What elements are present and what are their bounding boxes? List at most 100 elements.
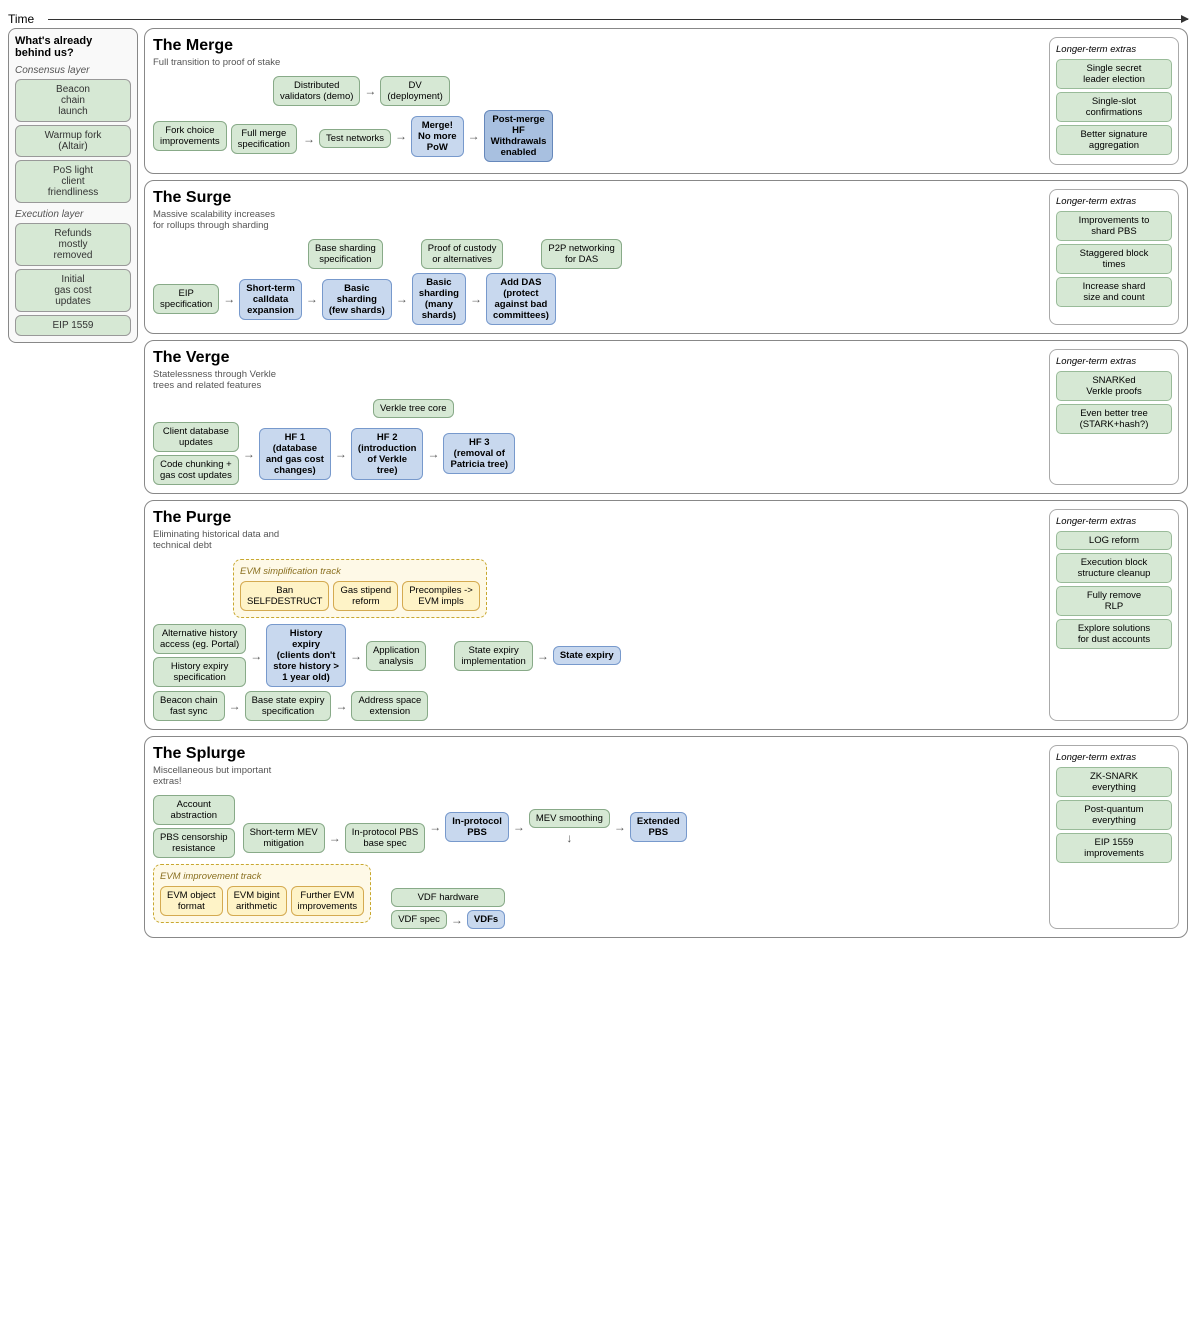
in-protocol-pbs-node: In-protocolPBS bbox=[445, 812, 509, 842]
arrow3: → bbox=[395, 129, 407, 143]
vdf-hardware-node: VDF hardware bbox=[391, 888, 505, 907]
eip1559-improvements-box: EIP 1559improvements bbox=[1056, 833, 1172, 863]
p2p-networking-node: P2P networkingfor DAS bbox=[541, 239, 621, 269]
execution-layer-label: Execution layer bbox=[15, 209, 131, 220]
single-slot-box: Single-slotconfirmations bbox=[1056, 92, 1172, 122]
already-title: What's already behind us? bbox=[15, 35, 131, 59]
basic-sharding-few-node: Basicsharding(few shards) bbox=[322, 279, 392, 320]
short-term-calldata-node: Short-termcalldataexpansion bbox=[239, 279, 302, 320]
verge-extras: Longer-term extras SNARKedVerkle proofs … bbox=[1049, 349, 1179, 485]
splurge-arrow1: → bbox=[329, 831, 341, 845]
code-chunking-node: Code chunking +gas cost updates bbox=[153, 455, 239, 485]
evm-improvement-track: EVM improvement track EVM objectformat E… bbox=[153, 864, 371, 923]
account-abstraction-node: Accountabstraction bbox=[153, 795, 235, 825]
hf3-node: HF 3(removal ofPatricia tree) bbox=[443, 433, 515, 474]
even-better-tree-box: Even better tree(STARK+hash?) bbox=[1056, 404, 1172, 434]
verge-arrow1: → bbox=[243, 447, 255, 461]
better-sig-box: Better signatureaggregation bbox=[1056, 125, 1172, 155]
splurge-arrow2: → bbox=[429, 820, 441, 834]
snarked-verkle-box: SNARKedVerkle proofs bbox=[1056, 371, 1172, 401]
basic-sharding-many-node: Basicsharding(manyshards) bbox=[412, 273, 466, 325]
splurge-subtitle: Miscellaneous but important extras! bbox=[153, 765, 283, 787]
splurge-title: The Splurge bbox=[153, 745, 1041, 763]
purge-extras-title: Longer-term extras bbox=[1056, 516, 1172, 527]
exec-block-box: Execution blockstructure cleanup bbox=[1056, 553, 1172, 583]
purge-arrow3: → bbox=[537, 649, 549, 663]
surge-arrow1: → bbox=[223, 292, 235, 306]
add-das-node: Add DAS(protectagainst badcommittees) bbox=[486, 273, 556, 325]
time-label: Time bbox=[8, 12, 34, 26]
pbs-censorship-node: PBS censorshipresistance bbox=[153, 828, 235, 858]
single-secret-box: Single secretleader election bbox=[1056, 59, 1172, 89]
post-merge-node: Post-mergeHFWithdrawalsenabled bbox=[484, 110, 554, 162]
base-sharding-spec-node: Base shardingspecification bbox=[308, 239, 383, 269]
base-state-expiry-node: Base state expiryspecification bbox=[245, 691, 332, 721]
test-networks-node: Test networks bbox=[319, 129, 391, 148]
page: Time What's already behind us? Consensus… bbox=[0, 0, 1196, 946]
splurge-extras: Longer-term extras ZK-SNARKeverything Po… bbox=[1049, 745, 1179, 929]
purge-arrow4: → bbox=[229, 699, 241, 713]
surge-subtitle: Massive scalability increases for rollup… bbox=[153, 209, 283, 231]
merge-title: The Merge bbox=[153, 37, 1041, 55]
purge-arrow2: → bbox=[350, 649, 362, 663]
merge-subtitle: Full transition to proof of stake bbox=[153, 57, 283, 68]
consensus-layer-label: Consensus layer bbox=[15, 65, 131, 76]
refunds-box: Refundsmostlyremoved bbox=[15, 223, 131, 266]
hf2-node: HF 2(introductionof Verkletree) bbox=[351, 428, 424, 480]
splurge-extras-title: Longer-term extras bbox=[1056, 752, 1172, 763]
staggered-block-box: Staggered blocktimes bbox=[1056, 244, 1172, 274]
evm-bigint-node: EVM bigintarithmetic bbox=[227, 886, 287, 916]
content: The Merge Full transition to proof of st… bbox=[144, 28, 1188, 938]
eip-spec-node: EIPspecification bbox=[153, 284, 219, 314]
increase-shard-box: Increase shardsize and count bbox=[1056, 277, 1172, 307]
purge-subtitle: Eliminating historical data and technica… bbox=[153, 529, 283, 551]
vdfs-node: VDFs bbox=[467, 910, 505, 929]
surge-arrow3: → bbox=[396, 292, 408, 306]
history-expiry-spec-node: History expiryspecification bbox=[153, 657, 246, 687]
evm-simplification-title: EVM simplification track bbox=[240, 566, 480, 577]
beacon-chain-box: Beaconchainlaunch bbox=[15, 79, 131, 122]
purge-extras: Longer-term extras LOG reform Execution … bbox=[1049, 509, 1179, 721]
surge-arrow2: → bbox=[306, 292, 318, 306]
purge-section: The Purge Eliminating historical data an… bbox=[144, 500, 1188, 730]
splurge-vdf-arrow: → bbox=[451, 913, 463, 927]
evm-improvement-title: EVM improvement track bbox=[160, 871, 364, 882]
dv-node: DV(deployment) bbox=[380, 76, 449, 106]
purge-arrow5: → bbox=[335, 699, 347, 713]
splurge-arrow4: ↓ bbox=[566, 831, 572, 845]
zk-snark-box: ZK-SNARKeverything bbox=[1056, 767, 1172, 797]
verge-section: The Verge Statelessness through Verkle t… bbox=[144, 340, 1188, 494]
time-header: Time bbox=[8, 8, 1188, 28]
splurge-arrow3: → bbox=[513, 820, 525, 834]
ban-selfdestruct-node: BanSELFDESTRUCT bbox=[240, 581, 329, 611]
history-expiry-node: Historyexpiry(clients don'tstore history… bbox=[266, 624, 346, 687]
merge-section: The Merge Full transition to proof of st… bbox=[144, 28, 1188, 174]
mev-smoothing-node: MEV smoothing bbox=[529, 809, 610, 828]
surge-title: The Surge bbox=[153, 189, 1041, 207]
explore-dust-box: Explore solutionsfor dust accounts bbox=[1056, 619, 1172, 649]
verge-arrow3: → bbox=[427, 447, 439, 461]
initial-gas-box: Initialgas costupdates bbox=[15, 269, 131, 312]
purge-title: The Purge bbox=[153, 509, 1041, 527]
state-expiry-impl-node: State expiryimplementation bbox=[454, 641, 532, 671]
in-protocol-pbs-spec-node: In-protocol PBSbase spec bbox=[345, 823, 426, 853]
warmup-fork-box: Warmup fork(Altair) bbox=[15, 125, 131, 157]
eip1559-box: EIP 1559 bbox=[15, 315, 131, 336]
distributed-validators-node: Distributedvalidators (demo) bbox=[273, 76, 360, 106]
arrow4: → bbox=[468, 129, 480, 143]
beacon-fast-sync-node: Beacon chainfast sync bbox=[153, 691, 225, 721]
splurge-section: The Splurge Miscellaneous but important … bbox=[144, 736, 1188, 938]
verge-subtitle: Statelessness through Verkle trees and r… bbox=[153, 369, 283, 391]
hf1-node: HF 1(databaseand gas costchanges) bbox=[259, 428, 331, 480]
proof-custody-node: Proof of custodyor alternatives bbox=[421, 239, 504, 269]
state-expiry-node: State expiry bbox=[553, 646, 621, 665]
verge-arrow2: → bbox=[335, 447, 347, 461]
address-space-node: Address spaceextension bbox=[351, 691, 428, 721]
evm-simplification-track: EVM simplification track BanSELFDESTRUCT… bbox=[233, 559, 487, 618]
short-term-mev-node: Short-term MEVmitigation bbox=[243, 823, 325, 853]
vdf-spec-node: VDF spec bbox=[391, 910, 447, 929]
verkle-tree-core-node: Verkle tree core bbox=[373, 399, 454, 418]
app-analysis-node: Applicationanalysis bbox=[366, 641, 426, 671]
full-merge-node: Full mergespecification bbox=[231, 124, 297, 154]
verge-title: The Verge bbox=[153, 349, 1041, 367]
